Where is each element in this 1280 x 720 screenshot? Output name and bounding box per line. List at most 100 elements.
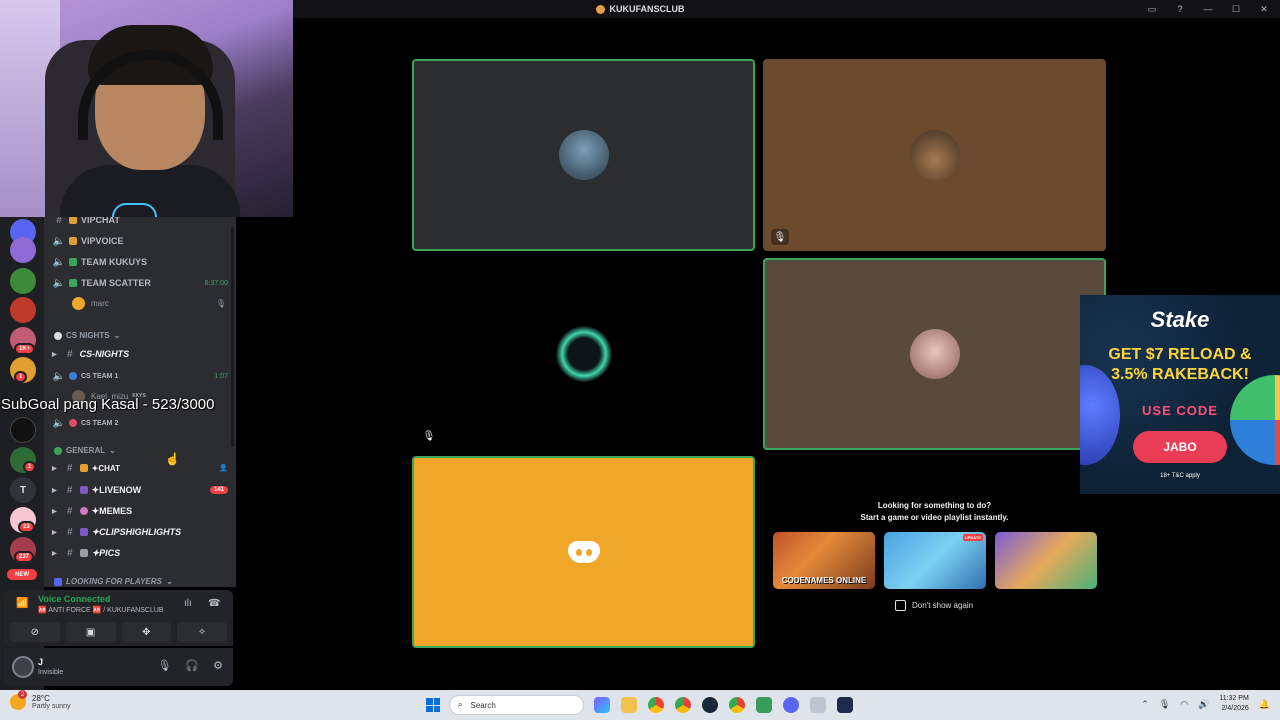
server-icon[interactable]: T [10,477,36,503]
film-icon [79,549,88,557]
channel-pics[interactable]: ▶ # ✦PICS [52,544,228,562]
noise-suppression-icon[interactable]: ılı [184,598,192,609]
chrome-icon[interactable] [729,697,745,713]
chevron-right-icon: ▶ [52,351,57,358]
voice-channel-path[interactable]: 🆎 ANTI FORCE 🆎 / KUKUFANSCLUB [38,606,164,614]
chrome-icon[interactable] [648,697,664,713]
category-cs-nights[interactable]: CS NIGHTS ⌄ [54,331,120,340]
channel-clips[interactable]: ▶ # ✦CLIPSHIGHLIGHTS [52,523,228,541]
app-icon[interactable] [756,697,772,713]
soundboard-button[interactable]: ✧ [177,622,227,642]
activity-suggestion: Looking for something to do? Start a gam… [763,456,1106,648]
file-explorer-icon[interactable] [621,697,637,713]
unread-badge: 23 [18,521,35,533]
category-general[interactable]: GENERAL ⌄ [54,446,116,455]
server-icon[interactable] [10,417,36,443]
category-looking-for-players[interactable]: LOOKING FOR PLAYERS ⌄ [54,577,173,586]
video-tile[interactable]: 🎙 [412,258,755,450]
obs-icon[interactable] [837,697,853,713]
channel-cs-team-1[interactable]: 🔈 CS TEAM 1 1:07 [52,367,228,385]
camera-icon [79,528,88,536]
add-member-icon[interactable]: 👤 [219,464,228,472]
channel-vipvoice[interactable]: 🔈 VIPVOICE [52,232,228,250]
chrome-icon[interactable] [675,697,691,713]
notification-bell-icon[interactable]: 🔔 [1259,699,1270,710]
activity-card-codenames[interactable]: CODENAMES ONLINE [773,532,875,589]
steam-icon[interactable] [702,697,718,713]
channel-livenow[interactable]: ▶ # ✦LIVENOW 141 [52,481,228,499]
window-title: KUKUFANSCLUB [595,4,685,14]
microphone-icon[interactable]: 🎙 [1159,699,1170,710]
chevron-right-icon: ▶ [52,487,57,494]
search-placeholder: Search [470,700,496,710]
chevron-up-icon[interactable]: ⌃ [1141,699,1149,710]
wifi-icon[interactable]: ◠ [1180,699,1188,710]
gear-icon[interactable]: ⚙ [213,659,223,672]
voice-user-marc[interactable]: marc 🎙 [72,296,226,310]
video-tile[interactable] [763,258,1106,450]
headphones-icon[interactable]: 🎧 [185,659,199,672]
channel-memes[interactable]: ▶ # ✦MEMES [52,502,228,520]
mic-muted-icon: 🎙 [215,298,226,308]
video-tile[interactable]: 🎙 [763,59,1106,251]
minimize-button[interactable]: — [1202,4,1214,14]
server-icon[interactable]: 1 [10,447,37,473]
volume-icon[interactable]: 🔊 [1198,699,1209,710]
server-icon[interactable]: 237 [10,537,36,563]
server-icon[interactable]: 1 [10,357,36,383]
inbox-icon[interactable]: ▭ [1146,4,1158,15]
clock[interactable]: 11:32 PM 2/4/2026 [1219,694,1248,714]
unread-badge: 237 [14,551,35,563]
video-tile[interactable] [412,456,755,648]
channel-label: CS TEAM 1 [81,372,119,380]
activity-card-mergest[interactable] [995,532,1097,589]
channel-cs-nights[interactable]: ▶ # CS-NIGHTS [52,345,228,363]
dont-show-again[interactable]: Don't show again [895,600,973,611]
server-logo-icon [595,4,605,14]
hash-icon: # [66,547,73,559]
voice-status[interactable]: Voice Connected [38,594,110,604]
weather-widget[interactable]: 2 28°C Partly sunny [10,690,71,710]
channel-label: ✦MEMES [91,505,133,516]
server-icon[interactable]: 1K+ [10,327,36,355]
voice-panel: 📶 Voice Connected 🆎 ANTI FORCE 🆎 / KUKUF… [4,590,233,646]
activity-card-label: CODENAMES ONLINE [781,576,867,585]
video-tile[interactable] [412,59,755,251]
copilot-icon[interactable] [594,697,610,713]
user-name[interactable]: J [38,657,43,667]
speaker-icon: 🔈 [52,256,66,268]
discord-icon[interactable] [783,697,799,713]
weather-condition: Partly sunny [32,703,71,710]
checkbox[interactable] [895,600,906,611]
taskbar-search[interactable]: ⌕ Search [449,695,584,715]
server-icon[interactable] [10,297,36,323]
channel-cs-team-2[interactable]: 🔈 CS TEAM 2 [52,414,228,432]
sun-icon: 2 [10,690,27,710]
disconnect-icon[interactable]: ☎ [208,598,220,609]
hash-icon: # [66,462,73,474]
camera-off-button[interactable]: ⊘ [10,622,60,642]
microphone-icon[interactable]: 🎙 [157,659,171,672]
notepad-icon[interactable] [810,697,826,713]
user-controls: 🎙 🎧 ⚙ [157,659,223,672]
activities-button[interactable]: ✥ [121,622,172,642]
help-icon[interactable]: ? [1174,4,1186,14]
camera-icon [79,486,88,494]
activity-card-banana[interactable]: UPDATE [884,532,986,589]
screen-share-button[interactable]: ▣ [65,622,116,642]
close-button[interactable]: ✕ [1258,4,1270,15]
channel-vipchat[interactable]: # VIPCHAT [52,217,228,229]
server-icon[interactable] [10,237,36,263]
channel-team-scatter[interactable]: 🔈 TEAM SCATTER 6:37:00 [52,274,228,292]
ad-brand: Stake [1150,307,1210,332]
signal-icon[interactable]: 📶 [16,598,28,609]
channel-team-kukuys[interactable]: 🔈 TEAM KUKUYS [52,253,228,271]
windows-start-icon[interactable] [426,698,440,712]
maximize-button[interactable]: ☐ [1230,4,1242,15]
search-icon: ⌕ [458,700,463,709]
avatar[interactable] [12,656,34,678]
channel-scrollbar[interactable] [231,227,234,447]
server-icon[interactable]: 23 [10,507,36,533]
channel-chat[interactable]: ▶ # ✦CHAT 👤 [52,459,228,477]
server-icon[interactable] [10,268,36,294]
